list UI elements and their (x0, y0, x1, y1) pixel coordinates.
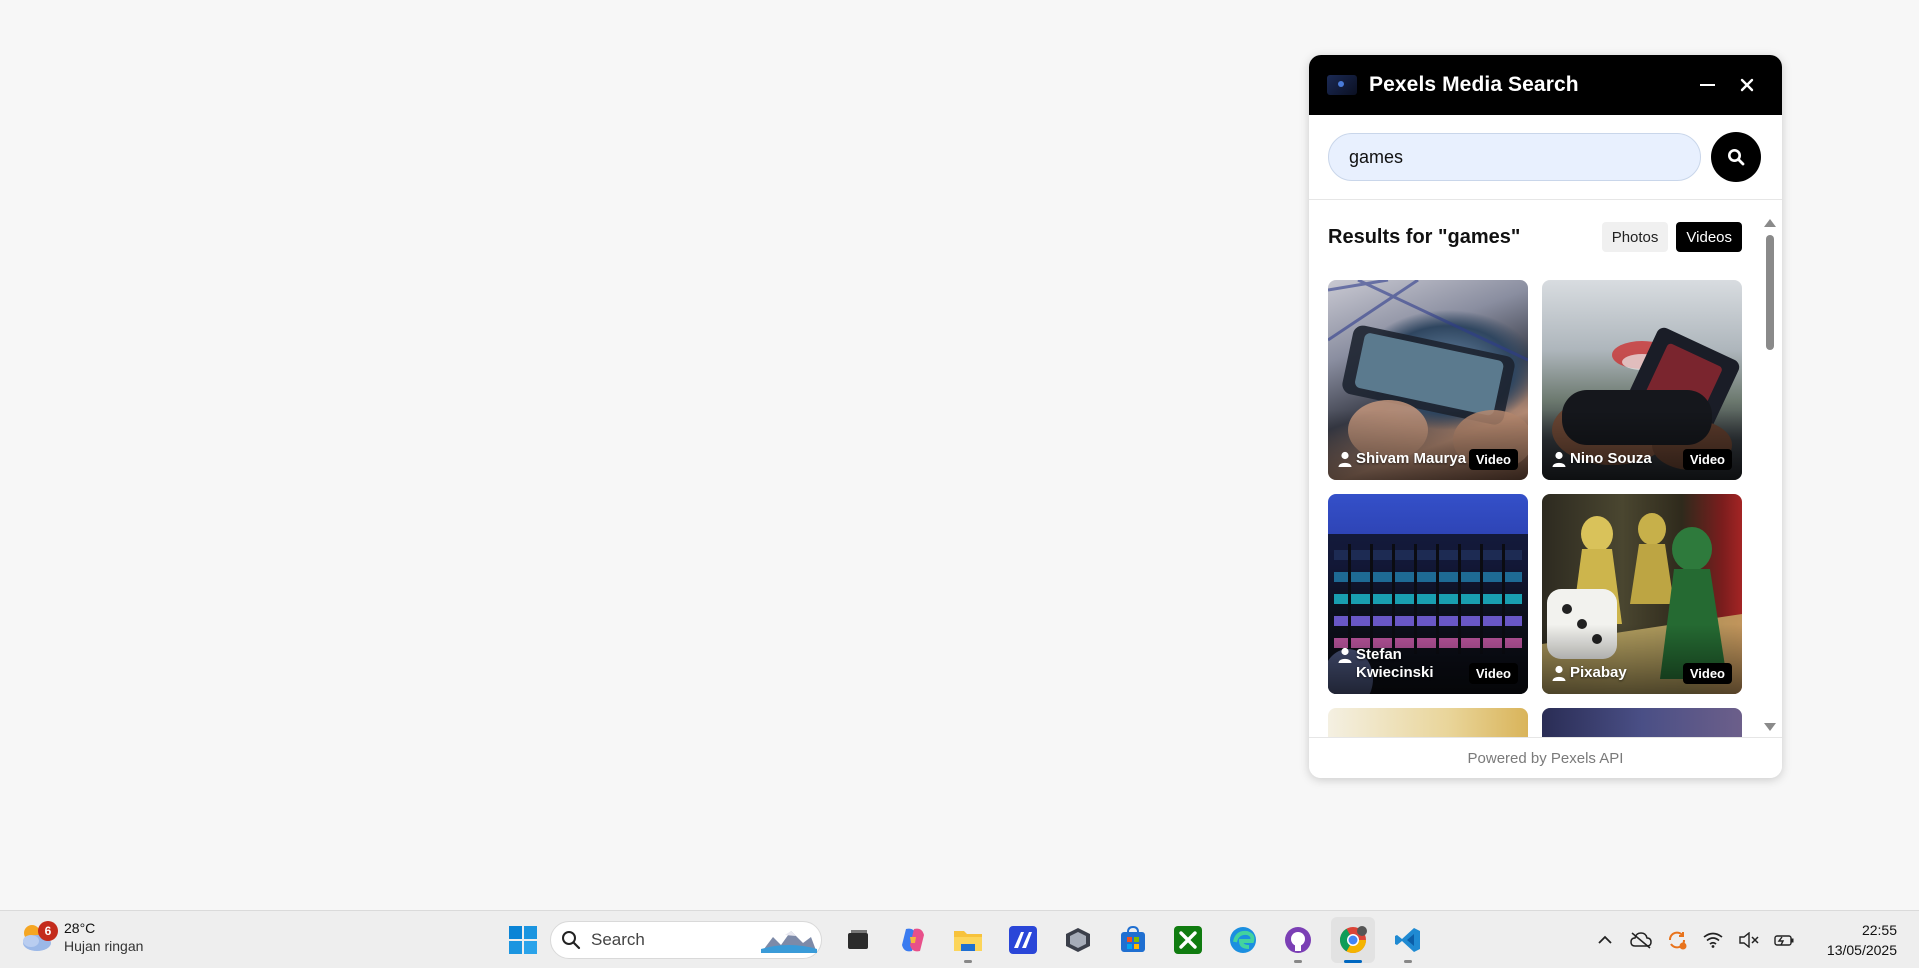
microsoft-store-app[interactable] (1111, 917, 1155, 963)
running-indicator (964, 960, 972, 963)
author-label: Stefan Kwiecinski (1338, 646, 1436, 682)
system-clock[interactable]: 22:55 13/05/2025 (1827, 920, 1897, 960)
task-view-app[interactable] (836, 917, 880, 963)
window-title: Pexels Media Search (1369, 73, 1579, 96)
xbox-icon (1174, 926, 1202, 954)
task-view-icon (848, 930, 868, 949)
search-icon (1728, 149, 1745, 166)
result-card[interactable]: Nino Souza Video (1542, 280, 1742, 480)
volume-status[interactable] (1734, 925, 1764, 955)
media-type-badge: Video (1682, 449, 1732, 470)
author-label: Nino Souza (1552, 450, 1652, 468)
chrome-app[interactable] (1331, 917, 1375, 963)
wifi-status[interactable] (1698, 925, 1728, 955)
github-icon (1285, 927, 1311, 953)
battery-status[interactable] (1770, 925, 1800, 955)
cube-app-icon (1066, 928, 1090, 952)
vscode-app[interactable] (1386, 917, 1430, 963)
results-scrollbar[interactable] (1763, 215, 1777, 737)
onedrive-status[interactable] (1626, 925, 1656, 955)
sync-status[interactable] (1662, 925, 1692, 955)
user-icon (1552, 665, 1566, 681)
results-header: Results for "games" Photos Videos (1328, 220, 1742, 254)
result-card[interactable]: Stefan Kwiecinski Video (1328, 494, 1528, 694)
user-icon (1338, 647, 1352, 663)
windows-logo-icon (509, 926, 537, 954)
github-desktop-app[interactable] (1276, 917, 1320, 963)
copilot-icon (902, 928, 924, 952)
battery-charging-icon (1774, 935, 1794, 946)
title-bar: Pexels Media Search (1309, 55, 1782, 115)
weather-temperature: 28°C (64, 920, 96, 936)
chevron-up-icon (1598, 935, 1612, 944)
powered-by-footer: Powered by Pexels API (1309, 737, 1782, 778)
results-title: Results for "games" (1328, 225, 1521, 248)
author-name: Shivam Maurya (1356, 450, 1467, 467)
media-type-badge: Video (1682, 663, 1732, 684)
search-icon (562, 931, 581, 950)
weather-description: Hujan ringan (64, 938, 144, 954)
user-icon (1552, 451, 1566, 467)
weather-widget[interactable]: 6 28°C Hujan ringan (20, 919, 143, 955)
search-highlight-art-icon (761, 931, 817, 953)
scroll-down-arrow-icon[interactable] (1764, 723, 1776, 731)
system-tray (1590, 925, 1806, 955)
videos-toggle[interactable]: Videos (1676, 222, 1742, 252)
media-type-badge: Video (1468, 663, 1518, 684)
active-window-indicator (1344, 960, 1362, 963)
close-button[interactable] (1730, 68, 1764, 102)
copilot-app[interactable] (891, 917, 935, 963)
pexels-popup-window: Pexels Media Search Results for "games" … (1309, 55, 1782, 778)
running-indicator (1294, 960, 1302, 963)
store-icon (1121, 926, 1145, 952)
search-input[interactable] (1328, 133, 1701, 181)
results-panel: Results for "games" Photos Videos Shivam… (1309, 205, 1782, 737)
search-button[interactable] (1711, 132, 1761, 182)
clock-time: 22:55 (1861, 922, 1897, 938)
user-icon (1338, 451, 1352, 467)
notification-badge: 6 (38, 921, 58, 941)
xbox-app[interactable] (1166, 917, 1210, 963)
author-label: Shivam Maurya (1338, 450, 1466, 468)
author-name: Nino Souza (1570, 450, 1652, 467)
vscode-icon (1395, 928, 1420, 952)
result-card[interactable]: Shivam Maurya Video (1328, 280, 1528, 480)
clock-date: 13/05/2025 (1826, 942, 1897, 958)
search-row (1309, 115, 1782, 200)
result-card-partial[interactable] (1328, 708, 1528, 737)
minimize-button[interactable] (1690, 68, 1724, 102)
taskbar-search-label: Search (591, 930, 645, 949)
photos-toggle[interactable]: Photos (1601, 222, 1669, 252)
3d-app[interactable] (1056, 917, 1100, 963)
sync-icon (1669, 931, 1687, 950)
close-icon (1740, 78, 1754, 92)
taskbar: 6 28°C Hujan ringan Search 22:55 13/05/2… (0, 910, 1919, 968)
app-logo-icon (1327, 75, 1357, 95)
minimize-icon (1699, 84, 1715, 86)
taskbar-apps: Search (500, 917, 1435, 963)
file-explorer-app[interactable] (946, 917, 990, 963)
result-card[interactable]: Pixabay Video (1542, 494, 1742, 694)
cloud-off-icon (1630, 932, 1652, 949)
volume-muted-icon (1739, 932, 1759, 948)
author-label: Pixabay (1552, 664, 1627, 682)
author-name: Stefan Kwiecinski (1356, 646, 1434, 681)
editor-app-icon (1009, 926, 1037, 954)
edge-icon (1230, 927, 1256, 953)
chrome-icon (1339, 926, 1367, 954)
running-indicator (1404, 960, 1412, 963)
edge-app[interactable] (1221, 917, 1265, 963)
scrollbar-thumb[interactable] (1766, 235, 1774, 350)
show-hidden-icons-button[interactable] (1590, 925, 1620, 955)
scroll-up-arrow-icon[interactable] (1764, 219, 1776, 227)
taskbar-search-box[interactable]: Search (550, 921, 822, 959)
result-card-partial[interactable] (1542, 708, 1742, 737)
media-type-badge: Video (1468, 449, 1518, 470)
author-name: Pixabay (1570, 664, 1627, 681)
wifi-icon (1703, 932, 1723, 948)
weather-icon: 6 (20, 919, 58, 955)
editor-app[interactable] (1001, 917, 1045, 963)
folder-icon (954, 931, 982, 951)
start-button[interactable] (500, 917, 546, 963)
